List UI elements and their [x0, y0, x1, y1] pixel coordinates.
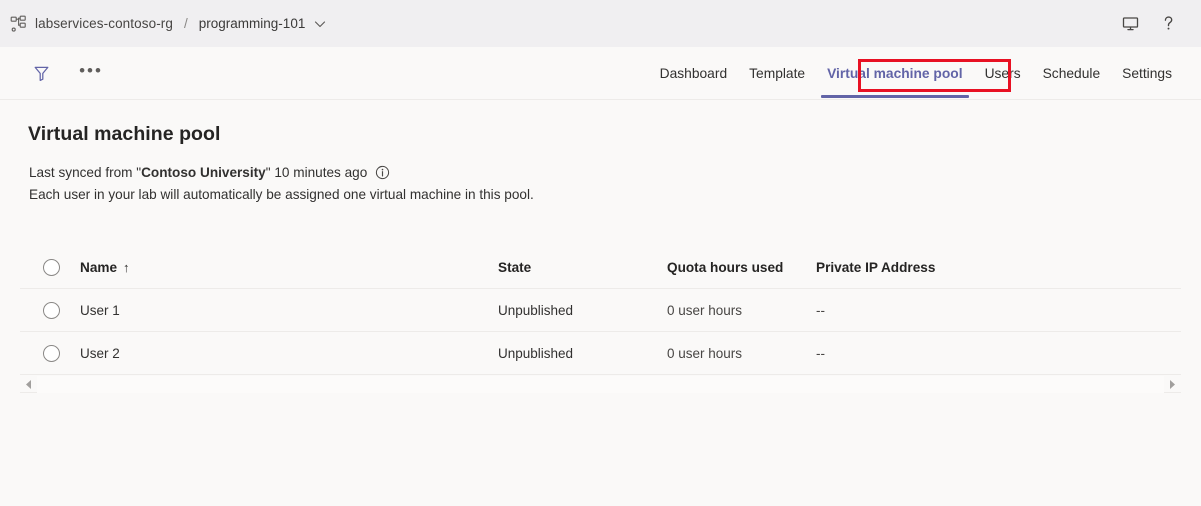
more-options-button[interactable]: ••• — [76, 59, 106, 89]
pool-description: Each user in your lab will automatically… — [29, 187, 534, 202]
select-all-cell — [20, 259, 80, 276]
filter-funnel-icon — [32, 64, 51, 83]
breadcrumb-current-lab[interactable]: programming-101 — [199, 16, 306, 31]
cell-private-ip-address: -- — [816, 303, 1016, 318]
tab-schedule[interactable]: Schedule — [1032, 47, 1112, 100]
tab-dashboard[interactable]: Dashboard — [649, 47, 739, 100]
row-select-radio[interactable] — [43, 302, 60, 319]
horizontal-scrollbar[interactable] — [20, 376, 1181, 393]
info-circle-icon[interactable] — [375, 165, 390, 180]
scroll-right-button[interactable] — [1164, 376, 1181, 393]
page-title: Virtual machine pool — [28, 123, 220, 146]
main-content: Virtual machine pool Last synced from "C… — [0, 100, 1201, 506]
top-bar-actions — [1111, 5, 1187, 43]
table-header-row: Name ↑ State Quota hours used Private IP … — [20, 246, 1181, 289]
table-row[interactable]: User 1 Unpublished 0 user hours -- — [20, 289, 1181, 332]
command-nav-bar: ••• Dashboard Template Virtual machine p… — [0, 47, 1201, 100]
resource-group-icon — [10, 15, 28, 33]
command-actions: ••• — [26, 47, 106, 100]
lab-services-app: labservices-contoso-rg / programming-101 — [0, 0, 1201, 506]
table-row[interactable]: User 2 Unpublished 0 user hours -- — [20, 332, 1181, 375]
scroll-left-button[interactable] — [20, 376, 37, 393]
cell-name: User 1 — [80, 303, 498, 318]
last-synced-text: Last synced from "Contoso University" 10… — [29, 165, 390, 180]
column-header-state[interactable]: State — [498, 260, 667, 275]
cell-private-ip-address: -- — [816, 346, 1016, 361]
row-select-radio[interactable] — [43, 345, 60, 362]
virtual-machine-table: Name ↑ State Quota hours used Private IP … — [20, 246, 1181, 375]
help-button[interactable] — [1149, 5, 1187, 43]
cell-quota-hours-used: 0 user hours — [667, 346, 816, 361]
column-header-name-label: Name — [80, 260, 117, 275]
column-header-private-ip-address[interactable]: Private IP Address — [816, 260, 1016, 275]
cell-quota-hours-used: 0 user hours — [667, 303, 816, 318]
sync-source: Contoso University — [141, 165, 266, 180]
chevron-down-icon[interactable] — [313, 17, 327, 31]
tab-users[interactable]: Users — [974, 47, 1032, 100]
tab-virtual-machine-pool[interactable]: Virtual machine pool — [816, 47, 973, 100]
column-header-quota-hours-used[interactable]: Quota hours used — [667, 260, 816, 275]
row-select-cell — [20, 345, 80, 362]
sort-ascending-icon: ↑ — [123, 260, 130, 275]
sync-suffix: " 10 minutes ago — [266, 165, 368, 180]
breadcrumb: labservices-contoso-rg / programming-101 — [10, 15, 1111, 33]
tab-settings[interactable]: Settings — [1111, 47, 1183, 100]
breadcrumb-resource-group[interactable]: labservices-contoso-rg — [35, 16, 173, 31]
cell-state: Unpublished — [498, 346, 667, 361]
monitor-icon — [1121, 14, 1140, 33]
top-bar: labservices-contoso-rg / programming-101 — [0, 0, 1201, 47]
row-select-cell — [20, 302, 80, 319]
section-tabs: Dashboard Template Virtual machine pool … — [649, 47, 1183, 100]
breadcrumb-separator: / — [184, 16, 188, 31]
sync-prefix: Last synced from " — [29, 165, 141, 180]
tab-template[interactable]: Template — [738, 47, 816, 100]
select-all-radio[interactable] — [43, 259, 60, 276]
scroll-right-arrow-icon — [1168, 379, 1177, 390]
cell-name: User 2 — [80, 346, 498, 361]
filter-button[interactable] — [26, 59, 56, 89]
cell-state: Unpublished — [498, 303, 667, 318]
monitor-button[interactable] — [1111, 5, 1149, 43]
scroll-track[interactable] — [37, 376, 1164, 393]
column-header-name[interactable]: Name ↑ — [80, 260, 498, 275]
scroll-left-arrow-icon — [24, 379, 33, 390]
help-question-icon — [1159, 14, 1178, 33]
